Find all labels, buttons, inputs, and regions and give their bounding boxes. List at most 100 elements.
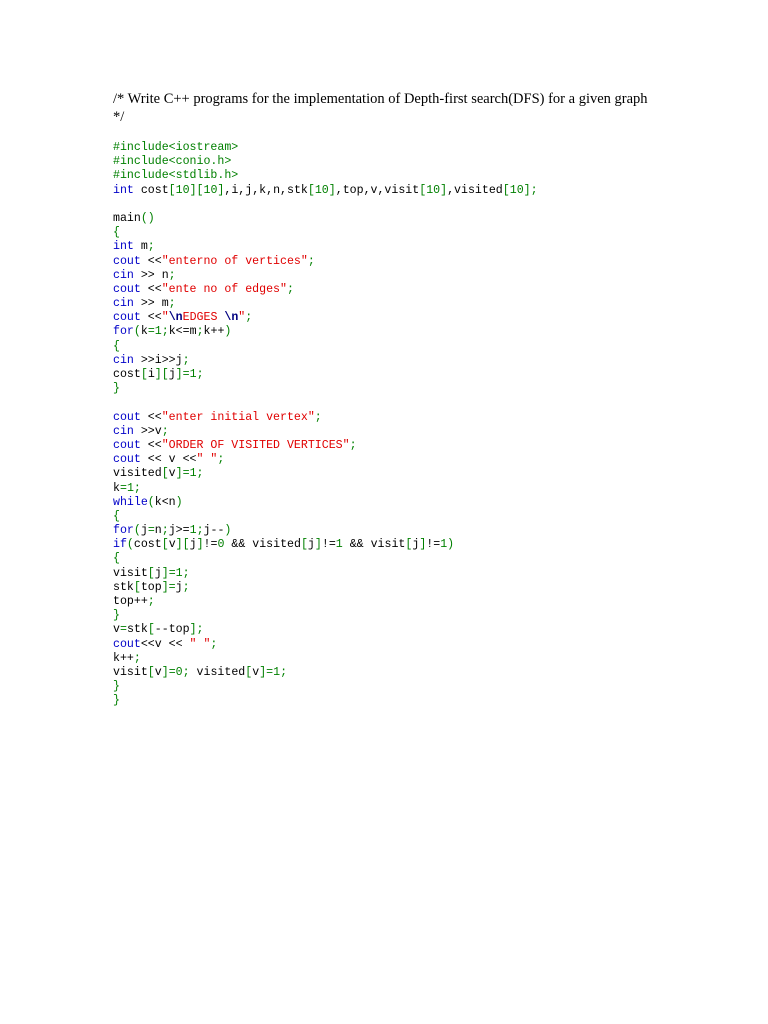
code-token: j>= [168, 524, 190, 538]
code-token: cout [113, 311, 141, 325]
code-token: k++ [203, 325, 225, 339]
code-token: cout [113, 410, 141, 424]
code-token: --top [154, 623, 190, 637]
code-token: for [113, 524, 134, 538]
code-token: ]= [161, 566, 176, 580]
code-line: cost[i][j]=1; [113, 368, 538, 382]
code-token: ,top,v,visit [335, 183, 420, 197]
code-token: >> n [133, 268, 169, 282]
code-token: 1 [175, 566, 183, 580]
code-token: ) [224, 325, 232, 339]
code-token: "enterno of vertices" [161, 254, 308, 268]
code-token: m [133, 240, 148, 254]
code-token: ; [196, 368, 204, 381]
code-token: ; [147, 240, 155, 254]
code-token: ]= [161, 665, 176, 679]
code-token: >>i>>j [133, 353, 183, 367]
code-line: stk[top]=j; [113, 581, 538, 595]
code-token: 1 [126, 481, 134, 495]
code-token: [ [161, 467, 169, 481]
code-token: << [140, 282, 162, 296]
code-token: 10 [509, 183, 524, 197]
code-token: ) [224, 524, 232, 538]
code-token: ; [196, 325, 204, 339]
code-line: cout <<"enterno of vertices"; [113, 255, 538, 269]
code-line: cin >>v; [113, 425, 538, 439]
code-token: k [140, 325, 148, 339]
code-token: ; [168, 297, 176, 311]
code-token: ; [210, 637, 218, 651]
code-token: n [154, 524, 162, 538]
code-token: " " [189, 637, 211, 651]
code-token: stk [126, 623, 148, 637]
code-token: != [321, 538, 336, 552]
code-token: ; [147, 595, 155, 608]
code-token: << v << [140, 453, 197, 467]
code-token: ; [182, 580, 190, 594]
code-token: ; [196, 524, 204, 538]
code-token: cout [113, 438, 141, 452]
code-token: ( [133, 524, 141, 538]
code-token: 10 [314, 183, 329, 197]
code-token: ) [175, 495, 183, 509]
code-token: ; [217, 453, 225, 467]
code-token: 1 [154, 325, 162, 339]
code-line: int m; [113, 240, 538, 254]
code-token: \n [168, 311, 183, 325]
code-token: ]= [175, 368, 190, 381]
code-token: cout [113, 637, 141, 651]
code-token: 10 [175, 183, 190, 197]
code-token: ; [133, 651, 141, 665]
code-token: visited [189, 665, 246, 679]
code-token: cout [113, 282, 141, 296]
code-token: ][ [189, 183, 204, 197]
code-token: << [140, 311, 162, 325]
code-token: if [113, 538, 127, 552]
code-line: } [113, 609, 538, 623]
code-token: { [113, 226, 120, 240]
code-token: visit [113, 665, 148, 679]
code-line: v=stk[--top]; [113, 623, 538, 637]
code-line: } [113, 382, 538, 396]
code-token: visit [113, 566, 148, 580]
code-token: j-- [203, 524, 225, 538]
code-token: 1 [335, 538, 343, 552]
code-token: visited [113, 467, 162, 481]
code-line: cout << v <<" "; [113, 453, 538, 467]
code-token: ( [133, 325, 141, 339]
code-token: ] [523, 183, 531, 197]
code-token: ; [133, 481, 141, 495]
code-line: { [113, 226, 538, 240]
code-token: << [140, 410, 162, 424]
code-token: ; [286, 282, 294, 296]
code-token: ; [349, 438, 357, 452]
code-token: } [113, 382, 120, 396]
code-line: while(k<n) [113, 496, 538, 510]
code-token: [ [307, 183, 315, 197]
code-token: #include<conio.h> [113, 155, 232, 169]
code-token: k [113, 481, 120, 495]
code-token: { [113, 509, 120, 523]
code-token: j [175, 580, 183, 594]
code-token: ; [530, 183, 538, 197]
code-token: k<=m [168, 325, 197, 339]
code-token: int [113, 240, 134, 254]
code-token: ] [328, 183, 336, 197]
document-page: /* Write C++ programs for the implementa… [0, 0, 768, 1024]
code-token: ]= [259, 665, 274, 679]
code-token: 10 [203, 183, 218, 197]
code-token: = [119, 623, 127, 637]
code-token: <<v << [140, 637, 190, 651]
code-token: } [113, 680, 120, 694]
code-line: cout<<v << " "; [113, 638, 538, 652]
code-token: stk [113, 580, 134, 594]
code-token: cost [133, 183, 169, 197]
code-token: ; [161, 524, 169, 538]
code-token: ,visited [447, 183, 503, 197]
code-token: cin [113, 297, 134, 311]
code-token: j [189, 538, 197, 552]
code-line: { [113, 552, 538, 566]
code-token: j [154, 566, 162, 580]
code-line: { [113, 340, 538, 354]
code-line: #include<stdlib.h> [113, 169, 538, 183]
